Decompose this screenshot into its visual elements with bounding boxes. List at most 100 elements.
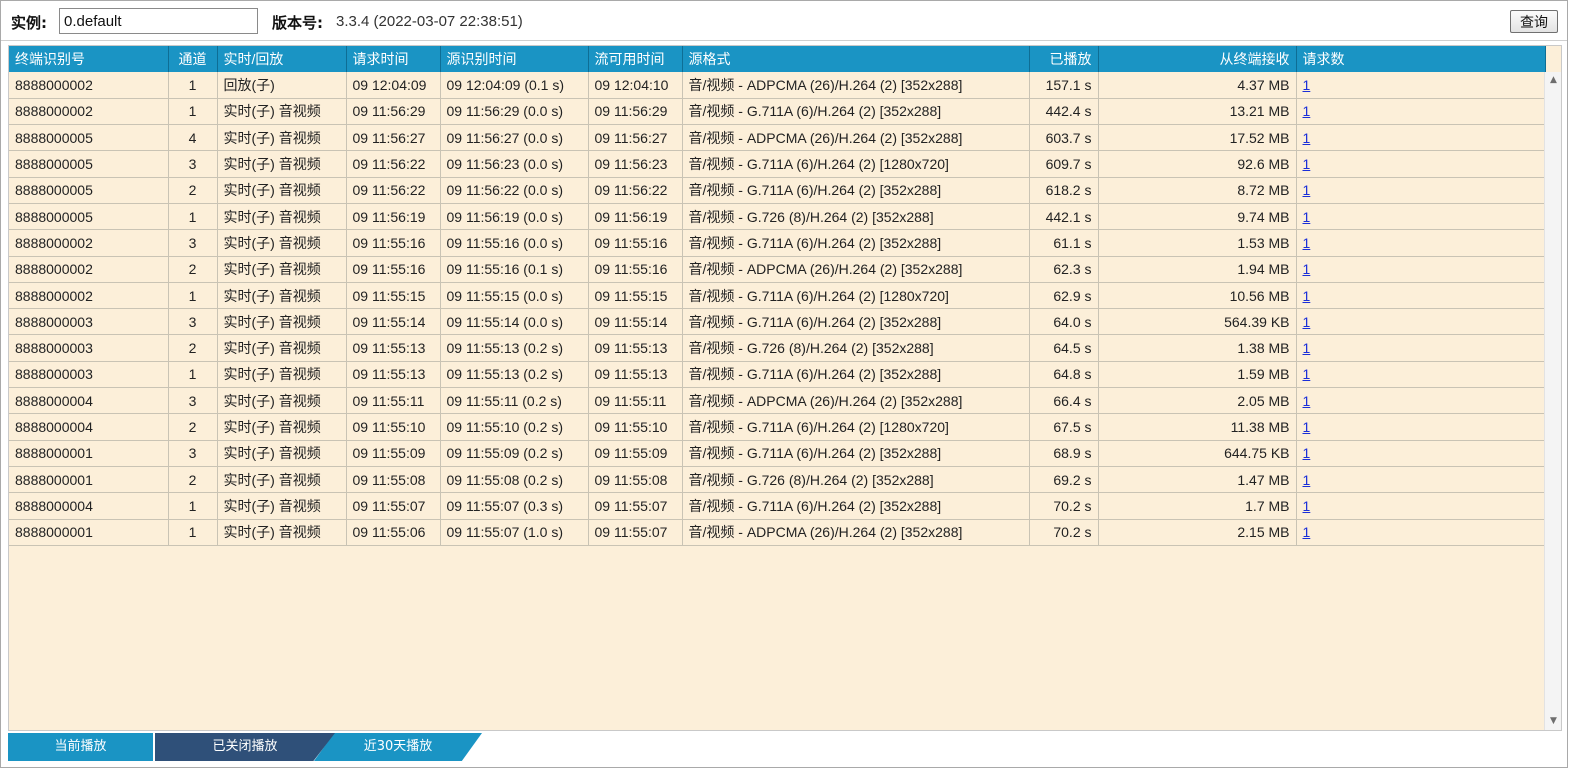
request-count-link[interactable]: 1 xyxy=(1303,77,1311,93)
tab-current-playback[interactable]: 当前播放 xyxy=(8,733,153,761)
channel-cell: 3 xyxy=(168,308,218,336)
source-format-cell: 音/视频 - G.711A (6)/H.264 (2) [1280x720] xyxy=(682,282,1030,310)
table-row[interactable]: 8888000004 2 实时(子) 音视频 09 11:55:10 09 11:55:… xyxy=(9,413,1546,441)
request-time-cell: 09 11:55:16 xyxy=(346,256,441,283)
instance-input[interactable] xyxy=(59,8,258,34)
request-count-link[interactable]: 1 xyxy=(1303,103,1311,119)
vertical-scrollbar[interactable]: ▲ ▼ xyxy=(1544,72,1561,730)
request-count-cell: 1 xyxy=(1296,387,1546,415)
table-row[interactable]: 8888000005 2 实时(子) 音视频 09 11:56:22 09 11:56:… xyxy=(9,177,1546,204)
stream-available-time-cell: 09 11:55:15 xyxy=(588,282,683,310)
request-count-link[interactable]: 1 xyxy=(1303,393,1311,409)
request-count-link[interactable]: 1 xyxy=(1303,156,1311,172)
channel-cell: 1 xyxy=(168,72,218,99)
table-row[interactable]: 8888000005 4 实时(子) 音视频 09 11:56:27 09 11:56:… xyxy=(9,124,1546,152)
source-detect-time-cell: 09 11:55:13 (0.2 s) xyxy=(440,334,589,362)
column-header[interactable]: 流可用时间 xyxy=(588,46,683,72)
tab-last-30-days[interactable]: 近30天播放 xyxy=(314,733,482,761)
column-header[interactable]: 实时/回放 xyxy=(217,46,347,72)
channel-cell: 2 xyxy=(168,334,218,362)
played-cell: 64.8 s xyxy=(1029,361,1099,389)
request-count-link[interactable]: 1 xyxy=(1303,261,1311,277)
table-row[interactable]: 8888000005 1 实时(子) 音视频 09 11:56:19 09 11:56:… xyxy=(9,203,1546,231)
stream-available-time-cell: 09 11:55:13 xyxy=(588,361,683,389)
mode-cell: 实时(子) 音视频 xyxy=(217,150,347,178)
mode-cell: 实时(子) 音视频 xyxy=(217,282,347,310)
source-format-cell: 音/视频 - G.711A (6)/H.264 (2) [352x288] xyxy=(682,440,1030,467)
table-header-row: 终端识别号 通道 实时/回放 请求时间 源识别时间 流可用时间 源格式 已播放 … xyxy=(9,46,1546,72)
stream-available-time-cell: 09 11:56:29 xyxy=(588,98,683,126)
stream-available-time-cell: 09 11:55:09 xyxy=(588,440,683,467)
request-time-cell: 09 11:55:08 xyxy=(346,466,441,494)
scroll-down-arrow-icon[interactable]: ▼ xyxy=(1545,713,1561,730)
request-time-cell: 09 11:55:15 xyxy=(346,282,441,310)
request-count-link[interactable]: 1 xyxy=(1303,366,1311,382)
column-header[interactable]: 终端识别号 xyxy=(9,46,169,72)
channel-cell: 3 xyxy=(168,150,218,178)
request-count-link[interactable]: 1 xyxy=(1303,182,1311,198)
request-count-link[interactable]: 1 xyxy=(1303,498,1311,514)
scroll-up-arrow-icon[interactable]: ▲ xyxy=(1545,72,1561,89)
request-count-link[interactable]: 1 xyxy=(1303,314,1311,330)
stream-available-time-cell: 09 11:55:08 xyxy=(588,466,683,494)
request-count-link[interactable]: 1 xyxy=(1303,235,1311,251)
table-row[interactable]: 8888000004 3 实时(子) 音视频 09 11:55:11 09 11:55:… xyxy=(9,387,1546,415)
column-header[interactable]: 源识别时间 xyxy=(440,46,589,72)
table-row[interactable]: 8888000001 3 实时(子) 音视频 09 11:55:09 09 11:55:… xyxy=(9,440,1546,467)
source-detect-time-cell: 09 11:56:22 (0.0 s) xyxy=(440,177,589,204)
received-cell: 17.52 MB xyxy=(1098,124,1297,152)
column-header[interactable]: 请求数 xyxy=(1296,46,1546,72)
table-row[interactable]: 8888000003 2 实时(子) 音视频 09 11:55:13 09 11:55:… xyxy=(9,334,1546,362)
received-cell: 10.56 MB xyxy=(1098,282,1297,310)
table-row[interactable]: 8888000002 1 实时(子) 音视频 09 11:56:29 09 11:56:… xyxy=(9,98,1546,126)
played-cell: 442.1 s xyxy=(1029,203,1099,231)
terminal-id-cell: 8888000005 xyxy=(9,203,169,231)
table-row[interactable]: 8888000003 1 实时(子) 音视频 09 11:55:13 09 11:55:… xyxy=(9,361,1546,389)
request-count-link[interactable]: 1 xyxy=(1303,472,1311,488)
request-count-link[interactable]: 1 xyxy=(1303,209,1311,225)
request-count-link[interactable]: 1 xyxy=(1303,130,1311,146)
source-detect-time-cell: 09 11:55:13 (0.2 s) xyxy=(440,361,589,389)
column-header[interactable]: 源格式 xyxy=(682,46,1030,72)
terminal-id-cell: 8888000005 xyxy=(9,177,169,204)
request-count-link[interactable]: 1 xyxy=(1303,288,1311,304)
table-row[interactable]: 8888000005 3 实时(子) 音视频 09 11:56:22 09 11:56:… xyxy=(9,150,1546,178)
table-row[interactable]: 8888000003 3 实时(子) 音视频 09 11:55:14 09 11:55:… xyxy=(9,308,1546,336)
table-row[interactable]: 8888000001 2 实时(子) 音视频 09 11:55:08 09 11:55:… xyxy=(9,466,1546,494)
table-row[interactable]: 8888000002 1 回放(子) 09 12:04:09 09 12:04:09 (… xyxy=(9,72,1546,99)
column-header[interactable]: 请求时间 xyxy=(346,46,441,72)
source-detect-time-cell: 09 11:55:07 (0.3 s) xyxy=(440,492,589,520)
query-button[interactable]: 查询 xyxy=(1510,10,1558,33)
table-row[interactable]: 8888000002 3 实时(子) 音视频 09 11:55:16 09 11:55:… xyxy=(9,229,1546,257)
table-row[interactable]: 8888000002 2 实时(子) 音视频 09 11:55:16 09 11:55:… xyxy=(9,256,1546,283)
channel-cell: 3 xyxy=(168,440,218,467)
received-cell: 4.37 MB xyxy=(1098,72,1297,99)
received-cell: 564.39 KB xyxy=(1098,308,1297,336)
source-detect-time-cell: 09 11:56:29 (0.0 s) xyxy=(440,98,589,126)
source-format-cell: 音/视频 - G.711A (6)/H.264 (2) [352x288] xyxy=(682,177,1030,204)
source-format-cell: 音/视频 - ADPCMA (26)/H.264 (2) [352x288] xyxy=(682,519,1030,546)
mode-cell: 实时(子) 音视频 xyxy=(217,124,347,152)
column-header[interactable]: 通道 xyxy=(168,46,218,72)
mode-cell: 实时(子) 音视频 xyxy=(217,203,347,231)
table-row[interactable]: 8888000001 1 实时(子) 音视频 09 11:55:06 09 11:55:… xyxy=(9,519,1546,546)
source-format-cell: 音/视频 - G.711A (6)/H.264 (2) [352x288] xyxy=(682,492,1030,520)
table-row[interactable]: 8888000004 1 实时(子) 音视频 09 11:55:07 09 11:55:… xyxy=(9,492,1546,520)
request-count-link[interactable]: 1 xyxy=(1303,340,1311,356)
received-cell: 1.94 MB xyxy=(1098,256,1297,283)
source-detect-time-cell: 09 11:55:10 (0.2 s) xyxy=(440,413,589,441)
request-count-link[interactable]: 1 xyxy=(1303,445,1311,461)
request-time-cell: 09 11:55:13 xyxy=(346,361,441,389)
source-detect-time-cell: 09 11:55:07 (1.0 s) xyxy=(440,519,589,546)
column-header[interactable]: 已播放 xyxy=(1029,46,1099,72)
request-time-cell: 09 11:55:07 xyxy=(346,492,441,520)
terminal-id-cell: 8888000005 xyxy=(9,150,169,178)
tab-closed-playback[interactable]: 已关闭播放 xyxy=(155,733,335,761)
table-row[interactable]: 8888000002 1 实时(子) 音视频 09 11:55:15 09 11:55:… xyxy=(9,282,1546,310)
source-detect-time-cell: 09 11:55:09 (0.2 s) xyxy=(440,440,589,467)
request-count-link[interactable]: 1 xyxy=(1303,419,1311,435)
request-time-cell: 09 11:56:27 xyxy=(346,124,441,152)
column-header[interactable]: 从终端接收 xyxy=(1098,46,1297,72)
request-count-link[interactable]: 1 xyxy=(1303,524,1311,540)
mode-cell: 实时(子) 音视频 xyxy=(217,229,347,257)
